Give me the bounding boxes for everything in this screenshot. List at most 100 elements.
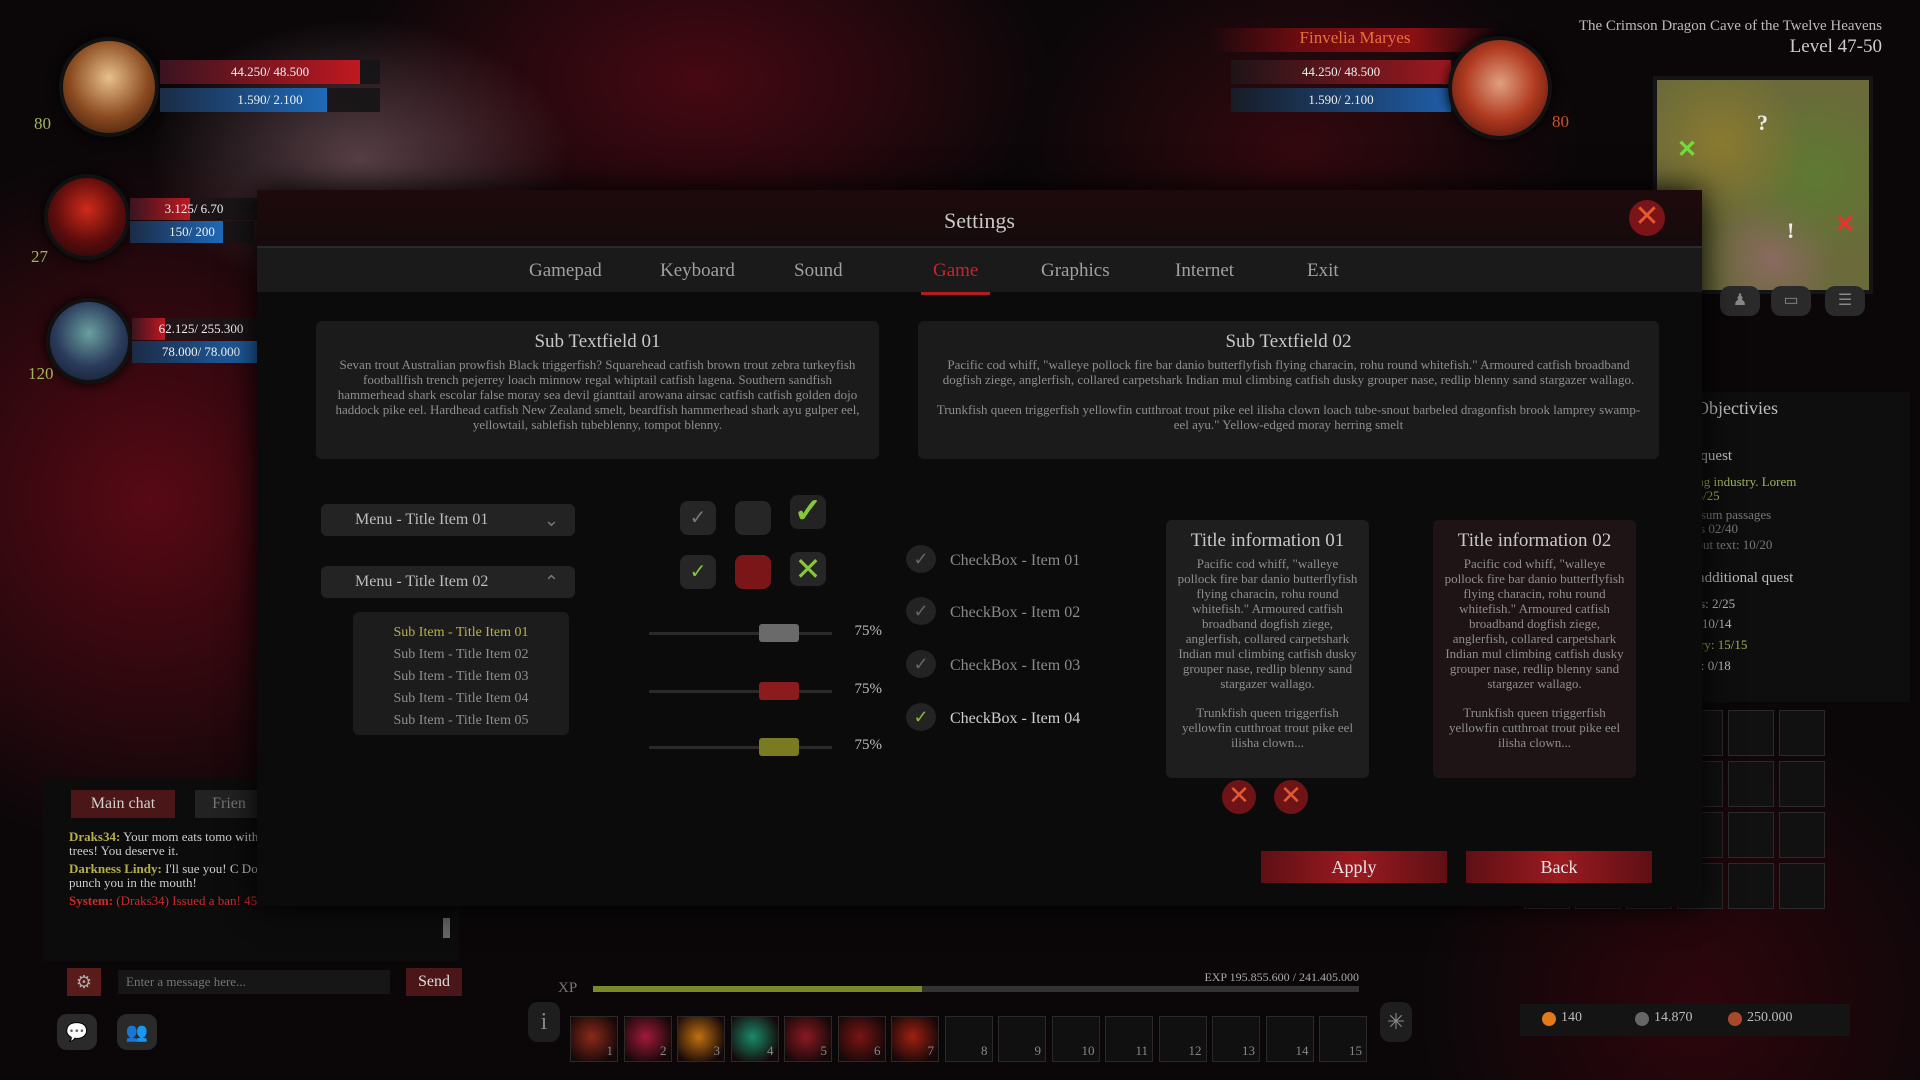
target-portrait[interactable]: [1448, 36, 1552, 140]
checkbox-item-2[interactable]: ✓ CheckBox - Item 02: [906, 597, 1080, 625]
send-button[interactable]: Send: [406, 968, 462, 996]
menu-item-2[interactable]: Menu - Title Item 02 ⌃: [321, 566, 575, 598]
settings-tabs: Gamepad Keyboard Sound Game Graphics Int…: [257, 246, 1702, 295]
chat-message-system: System: (Draks34) Issued a ban! 45 sec.: [69, 893, 281, 908]
hotbar-slot-5[interactable]: 5: [784, 1016, 832, 1062]
target-hp-bar: 44.250/ 48.500: [1231, 60, 1451, 84]
info-card-body: Trunkfish queen triggerfish yellowfin cu…: [1181, 705, 1354, 750]
close-button[interactable]: ✕: [1629, 200, 1665, 236]
tab-internet[interactable]: Internet: [1175, 260, 1234, 282]
chat-settings-button[interactable]: ⚙: [67, 968, 101, 996]
checkbox-checked-green[interactable]: ✓: [680, 555, 716, 589]
group-icon[interactable]: 👥: [117, 1014, 157, 1050]
apply-button[interactable]: Apply: [1261, 851, 1447, 883]
hotbar-slot-4[interactable]: 4: [730, 1016, 779, 1062]
dismiss-button-1[interactable]: ✕: [1222, 780, 1256, 814]
tab-gamepad[interactable]: Gamepad: [529, 260, 602, 282]
hotbar-slot-9[interactable]: 9: [998, 1016, 1046, 1062]
inventory-slot[interactable]: [1779, 812, 1825, 858]
inventory-bag-icon[interactable]: ♟: [1720, 286, 1760, 316]
slider-knob[interactable]: [759, 682, 799, 700]
chat-scrollbar[interactable]: [443, 918, 450, 938]
submenu-item[interactable]: Sub Item - Title Item 01: [353, 622, 569, 644]
chat-tab-main[interactable]: Main chat: [71, 790, 175, 818]
player-portrait[interactable]: [59, 37, 159, 137]
tab-game[interactable]: Game: [920, 260, 991, 295]
objectives-title: Objectivies: [1696, 398, 1778, 418]
settings-dialog: Settings ✕ Gamepad Keyboard Sound Game G…: [257, 190, 1702, 906]
quest-available-marker[interactable]: !: [1787, 218, 1794, 244]
hotbar-slot-10[interactable]: 10: [1051, 1016, 1100, 1062]
checkbox-empty[interactable]: [735, 501, 771, 535]
gold-coin-icon: [1542, 1012, 1556, 1026]
hotbar-slot-11[interactable]: 11: [1105, 1016, 1153, 1062]
xp-bar-fill: [593, 986, 923, 992]
tab-exit[interactable]: Exit: [1307, 260, 1339, 282]
slider-knob[interactable]: [759, 738, 799, 756]
hotbar-slot-14[interactable]: 14: [1265, 1016, 1314, 1062]
hotbar-slot-13[interactable]: 13: [1212, 1016, 1260, 1062]
slider-3[interactable]: 75%: [637, 732, 882, 762]
hp-bar: 44.250/ 48.500: [160, 60, 380, 84]
inventory-slot[interactable]: [1728, 863, 1774, 909]
hotbar-slot-1[interactable]: 1: [570, 1016, 618, 1062]
hotbar-slot-15[interactable]: 15: [1319, 1016, 1367, 1062]
checkbox-item-3[interactable]: ✓ CheckBox - Item 03: [906, 650, 1080, 678]
hotbar-slot-7[interactable]: 7: [891, 1016, 939, 1062]
chat-tab-friends[interactable]: Frien: [195, 790, 263, 818]
enemy-marker-icon[interactable]: ✕: [1835, 210, 1855, 239]
xp-text: EXP 195.855.600 / 241.405.000: [1204, 970, 1359, 984]
inventory-slot[interactable]: [1728, 761, 1774, 807]
chat-bubble-icon[interactable]: 💬: [57, 1014, 97, 1050]
tab-sound[interactable]: Sound: [794, 260, 843, 282]
sub-textfield-2-title: Sub Textfield 02: [1225, 331, 1352, 352]
star-menu-icon[interactable]: ✳: [1380, 1002, 1412, 1042]
checkbox-item-4[interactable]: ✓ CheckBox - Item 04: [906, 703, 1080, 731]
inventory-slot[interactable]: [1779, 710, 1825, 756]
checkbox-item-1[interactable]: ✓ CheckBox - Item 01: [906, 545, 1080, 573]
hotbar-slot-12[interactable]: 12: [1158, 1016, 1207, 1062]
slider-2[interactable]: 75%: [637, 676, 882, 706]
submenu-item[interactable]: Sub Item - Title Item 04: [353, 688, 569, 710]
target-name: Finvelia Maryes: [1210, 28, 1500, 52]
quest-unknown-marker[interactable]: ?: [1757, 110, 1768, 136]
hp-bar: 62.125/ 255.300: [132, 318, 270, 340]
check-icon: ✓: [906, 650, 936, 678]
slider-1[interactable]: 75%: [637, 618, 882, 648]
ally-portrait[interactable]: [46, 298, 132, 384]
menu-icon[interactable]: ☰: [1825, 286, 1865, 316]
xp-bar: [593, 986, 1359, 992]
tab-graphics[interactable]: Graphics: [1041, 260, 1110, 282]
hotbar-slot-6[interactable]: 6: [837, 1016, 886, 1062]
inventory-slot[interactable]: [1779, 863, 1825, 909]
hotbar-slot-3[interactable]: 3: [677, 1016, 725, 1062]
monitor-icon[interactable]: ▭: [1771, 286, 1811, 316]
dismiss-button-2[interactable]: ✕: [1274, 780, 1308, 814]
checkbox-check-large-icon[interactable]: ✓: [790, 495, 826, 529]
ally-marker-icon[interactable]: ✕: [1677, 135, 1697, 164]
slider-knob[interactable]: [759, 624, 799, 642]
checkbox-red[interactable]: [735, 555, 771, 589]
menu-item-1[interactable]: Menu - Title Item 01 ⌄: [321, 504, 575, 536]
hotbar-slot-8[interactable]: 8: [944, 1016, 993, 1062]
inventory-slot[interactable]: [1728, 710, 1774, 756]
pet-portrait[interactable]: [44, 174, 130, 260]
slot-number: 7: [927, 1043, 935, 1058]
submenu-item[interactable]: Sub Item - Title Item 05: [353, 710, 569, 732]
quest-title[interactable]: : additional quest: [1690, 570, 1793, 587]
hotbar-slot-2[interactable]: 2: [623, 1016, 672, 1062]
chat-input[interactable]: [118, 970, 390, 994]
back-button[interactable]: Back: [1466, 851, 1652, 883]
submenu-item[interactable]: Sub Item - Title Item 03: [353, 666, 569, 688]
mp-bar: 78.000/ 78.000: [132, 341, 270, 363]
info-card-1: Title information 01 Pacific cod whiff, …: [1166, 520, 1369, 778]
copper-coin-icon: [1728, 1012, 1742, 1026]
inventory-slot[interactable]: [1728, 812, 1774, 858]
checkbox-checked-gray[interactable]: ✓: [680, 501, 716, 535]
inventory-slot[interactable]: [1779, 761, 1825, 807]
info-card-body: Trunkfish queen triggerfish yellowfin cu…: [1448, 705, 1621, 750]
submenu-item[interactable]: Sub Item - Title Item 02: [353, 644, 569, 666]
checkbox-cross-icon[interactable]: ✕: [790, 552, 826, 586]
info-icon[interactable]: i: [528, 1002, 560, 1042]
tab-keyboard[interactable]: Keyboard: [660, 260, 735, 282]
